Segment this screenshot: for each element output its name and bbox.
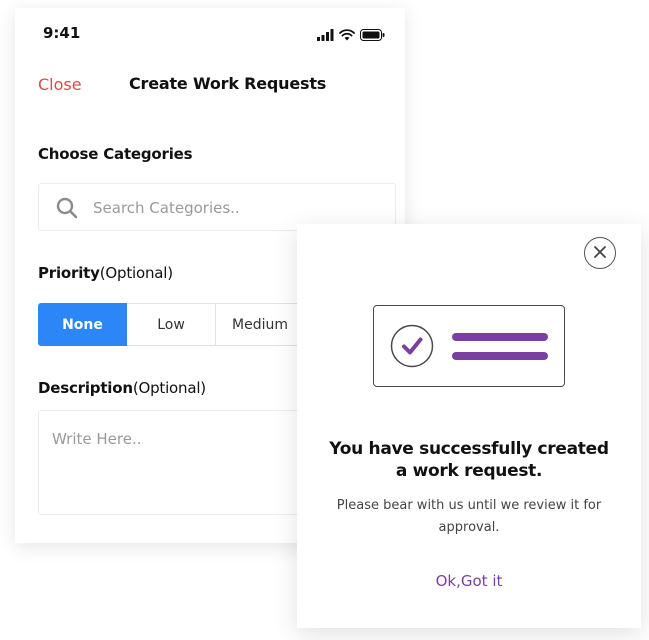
priority-label-text: Priority: [38, 264, 100, 282]
description-label-text: Description: [38, 379, 133, 397]
modal-title-line2: a work request.: [395, 461, 543, 481]
status-time: 9:41: [43, 24, 81, 42]
search-icon: [56, 197, 78, 223]
priority-selector: None Low Medium: [38, 303, 305, 346]
app-stage: 9:41 Close Create Work Requests Choose C…: [0, 0, 649, 640]
description-label-optional: (Optional): [132, 379, 206, 397]
ok-got-it-button[interactable]: Ok,Got it: [297, 572, 641, 590]
modal-close-button[interactable]: [584, 237, 616, 269]
modal-message: Please bear with us until we review it f…: [297, 495, 641, 539]
wifi-icon: [339, 26, 355, 45]
description-label: Description(Optional): [38, 379, 206, 397]
close-icon: [593, 244, 607, 263]
modal-title: You have successfully created a work req…: [297, 438, 641, 482]
battery-icon: [360, 26, 385, 45]
close-button[interactable]: Close: [38, 75, 82, 94]
status-icons: [317, 26, 385, 45]
modal-message-line1: Please bear with us until we review it f…: [336, 498, 602, 513]
modal-title-line1: You have successfully created: [329, 439, 609, 459]
success-modal: You have successfully created a work req…: [297, 224, 641, 628]
status-bar: 9:41: [15, 8, 405, 58]
check-circle-icon: [390, 324, 434, 372]
priority-option-low[interactable]: Low: [127, 303, 216, 346]
categories-heading: Choose Categories: [38, 145, 193, 163]
modal-message-line2: approval.: [438, 520, 500, 535]
description-placeholder: Write Here..: [52, 430, 142, 448]
signal-icon: [317, 26, 334, 45]
search-placeholder: Search Categories..: [93, 199, 240, 217]
page-title: Create Work Requests: [129, 74, 327, 93]
illustration-line-top: [452, 333, 548, 341]
success-illustration: [373, 305, 565, 387]
priority-label: Priority(Optional): [38, 264, 173, 282]
priority-option-medium[interactable]: Medium: [216, 303, 305, 346]
priority-label-optional: (Optional): [99, 264, 173, 282]
illustration-line-bottom: [452, 352, 548, 360]
nav-bar: Close Create Work Requests: [15, 68, 405, 102]
priority-option-none[interactable]: None: [38, 303, 127, 346]
